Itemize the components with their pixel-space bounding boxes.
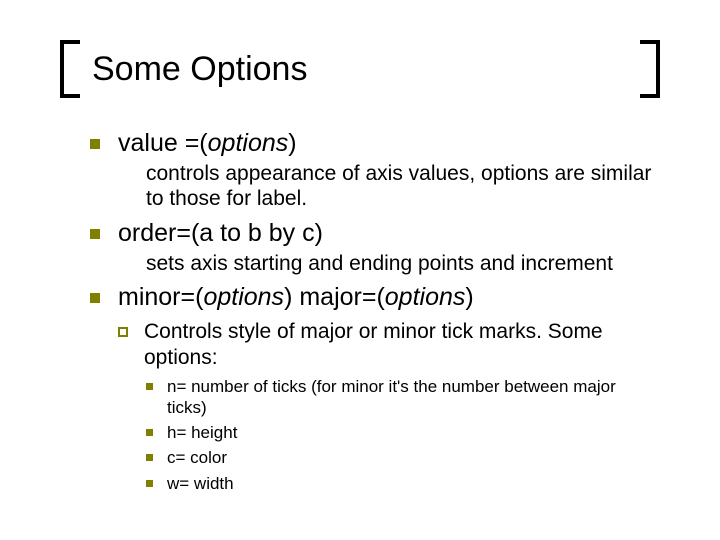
square-bullet-icon: [146, 454, 153, 461]
slide: Some Options value =(options) controls a…: [0, 0, 720, 514]
square-bullet-icon: [90, 139, 100, 149]
square-bullet-icon: [90, 229, 100, 239]
square-bullet-icon: [90, 293, 100, 303]
text-italic: options: [208, 129, 289, 157]
square-bullet-icon: [146, 383, 153, 390]
hollow-bullet-icon: [118, 327, 128, 337]
text-italic: options: [203, 283, 284, 311]
text: order=(a to b by c): [118, 219, 323, 247]
bullet-lvl3: h= height: [146, 422, 660, 443]
bullet-heading: value =(options): [118, 128, 297, 159]
bullet-lvl3: c= color: [146, 447, 660, 468]
bullet-lvl3-text: n= number of ticks (for minor it's the n…: [167, 376, 660, 419]
bullet-lvl3: n= number of ticks (for minor it's the n…: [146, 376, 660, 419]
bullet-lvl3-text: c= color: [167, 447, 227, 468]
square-bullet-icon: [146, 480, 153, 487]
title-row: Some Options: [60, 40, 660, 98]
bracket-left-icon: [60, 40, 80, 98]
bullet-lvl1: value =(options): [90, 128, 660, 159]
bullet-description: controls appearance of axis values, opti…: [146, 161, 660, 211]
bullet-lvl3-text: w= width: [167, 473, 234, 494]
bullet-heading: minor=(options) major=(options): [118, 282, 474, 313]
bullet-lvl1: order=(a to b by c): [90, 218, 660, 249]
bullet-description: sets axis starting and ending points and…: [146, 251, 660, 276]
bullet-lvl2: Controls style of major or minor tick ma…: [118, 319, 660, 369]
bullet-lvl1: minor=(options) major=(options): [90, 282, 660, 313]
text: ): [288, 129, 296, 157]
bullet-lvl2-text: Controls style of major or minor tick ma…: [144, 319, 660, 369]
bullet-heading: order=(a to b by c): [118, 218, 323, 249]
text-italic: options: [385, 283, 466, 311]
lvl3-group: n= number of ticks (for minor it's the n…: [146, 376, 660, 494]
text: ) major=(: [284, 283, 385, 311]
text: minor=(: [118, 283, 203, 311]
text: ): [465, 283, 473, 311]
slide-title: Some Options: [80, 50, 640, 89]
square-bullet-icon: [146, 429, 153, 436]
bracket-right-icon: [640, 40, 660, 98]
bullet-lvl3-text: h= height: [167, 422, 237, 443]
content: value =(options) controls appearance of …: [60, 128, 660, 494]
bullet-lvl3: w= width: [146, 473, 660, 494]
text: value =(: [118, 129, 208, 157]
